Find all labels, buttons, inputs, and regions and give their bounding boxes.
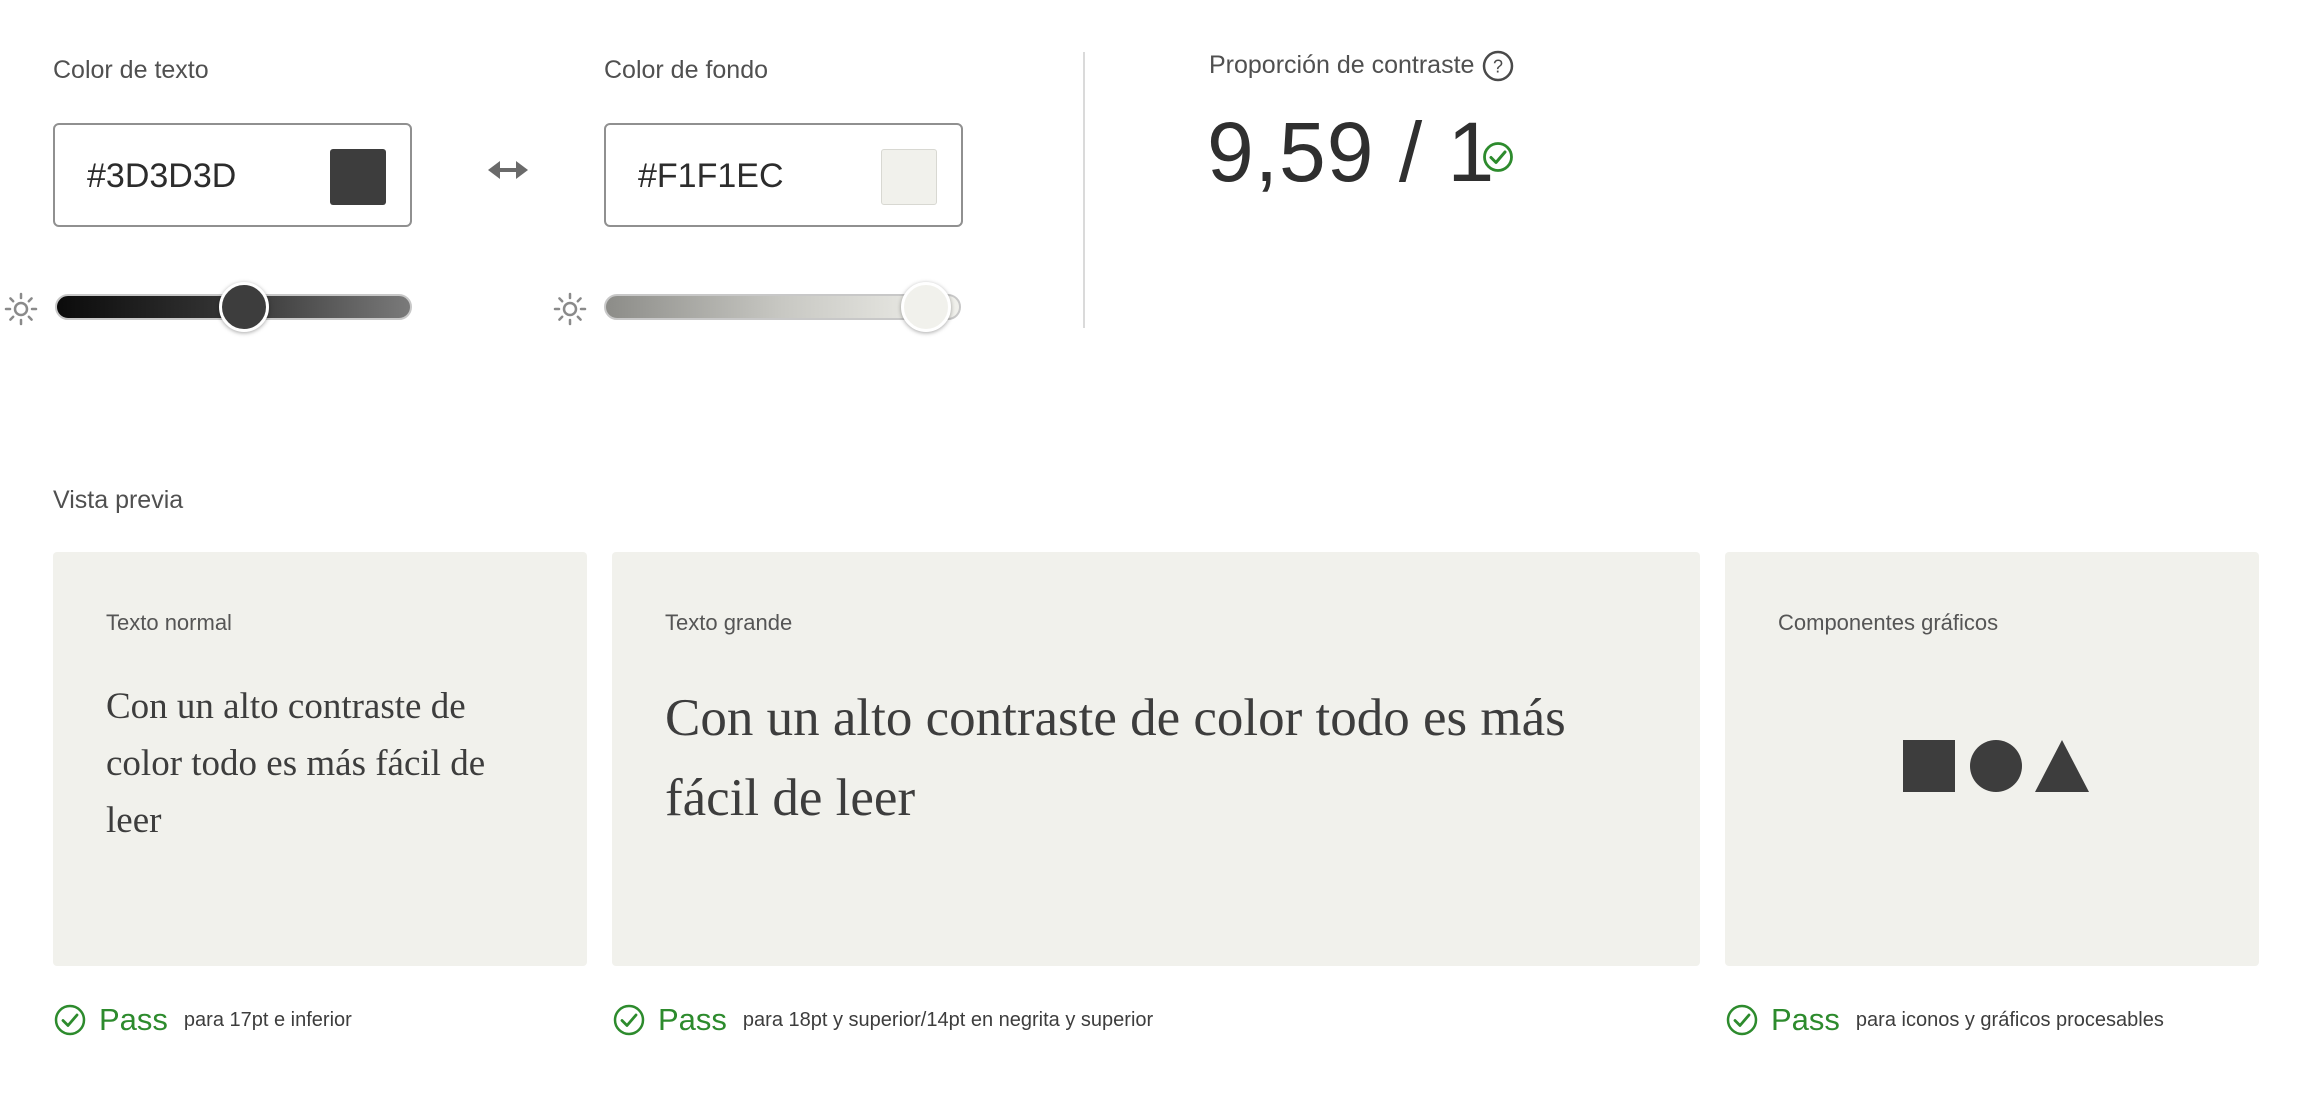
bg-color-input-box[interactable]	[604, 123, 963, 227]
brightness-icon	[4, 292, 38, 326]
bg-color-swatch[interactable]	[881, 149, 937, 205]
preview-label: Vista previa	[53, 486, 184, 514]
check-circle-icon	[1483, 142, 1513, 172]
pass-description: para iconos y gráficos procesables	[1855, 1008, 2164, 1031]
bg-color-field[interactable]	[636, 153, 860, 199]
pass-status: Pass	[1771, 1002, 1840, 1037]
preview-card-large-text: Texto grande Con un alto contraste de co…	[612, 552, 1700, 966]
pass-description: para 17pt e inferior	[183, 1008, 352, 1031]
bg-color-label: Color de fondo	[604, 56, 769, 84]
card-title: Texto grande	[665, 610, 793, 635]
large-text-sample: Con un alto contraste de color todo es m…	[665, 689, 1566, 827]
help-icon[interactable]: ?	[1481, 49, 1515, 83]
vertical-divider	[1083, 52, 1085, 328]
pass-status: Pass	[99, 1002, 168, 1037]
square-icon	[1903, 740, 1955, 792]
text-color-swatch[interactable]	[330, 149, 386, 205]
check-circle-icon	[1726, 1004, 1758, 1036]
swap-arrows-icon[interactable]	[488, 157, 528, 183]
card-title: Componentes gráficos	[1778, 610, 1999, 635]
pass-result-normal: Pass para 17pt e inferior	[53, 1000, 352, 1040]
text-brightness-thumb[interactable]	[219, 282, 269, 332]
pass-description: para 18pt y superior/14pt en negrita y s…	[742, 1008, 1154, 1031]
preview-card-graphics: Componentes gráficos	[1725, 552, 2259, 966]
text-color-field[interactable]	[85, 153, 309, 199]
brightness-icon	[553, 292, 587, 326]
check-circle-icon	[613, 1004, 645, 1036]
pass-status: Pass	[658, 1002, 727, 1037]
text-color-label: Color de texto	[53, 56, 209, 84]
normal-text-sample: Con un alto contraste de color todo es m…	[106, 686, 486, 841]
triangle-icon	[2035, 740, 2089, 792]
check-circle-icon	[54, 1004, 86, 1036]
contrast-label: Proporción de contraste	[1209, 51, 1475, 79]
pass-result-graphics: Pass para iconos y gráficos procesables	[1725, 1000, 2164, 1040]
contrast-ratio: 9,59 / 1	[1207, 105, 1496, 199]
card-title: Texto normal	[106, 610, 232, 635]
pass-result-large: Pass para 18pt y superior/14pt en negrit…	[612, 1000, 1153, 1040]
text-color-input-box[interactable]	[53, 123, 412, 227]
bg-brightness-thumb[interactable]	[901, 282, 951, 332]
svg-text:?: ?	[1493, 57, 1503, 77]
circle-icon	[1970, 740, 2022, 792]
preview-card-normal-text: Texto normal Con un alto contraste de co…	[53, 552, 587, 966]
